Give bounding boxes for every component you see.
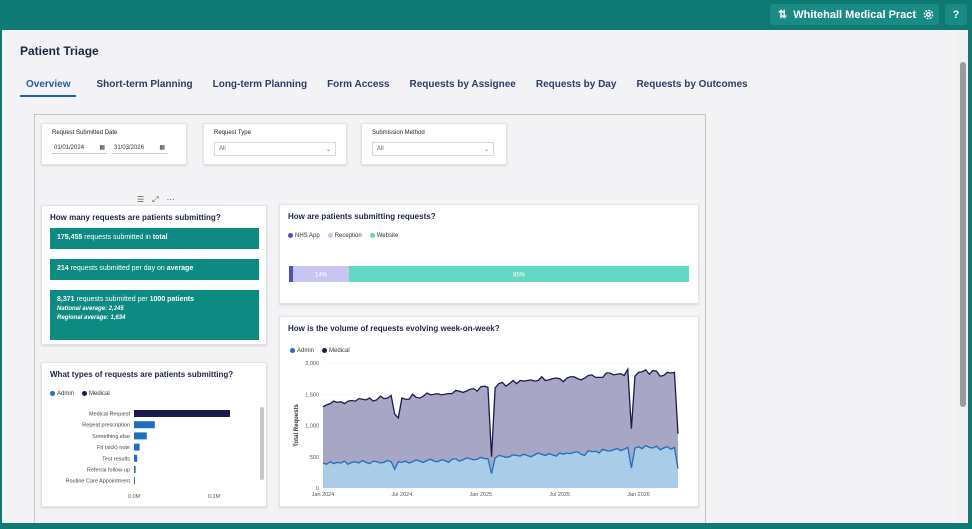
- tab-requests-by-assignee[interactable]: Requests by Assignee: [404, 79, 516, 97]
- kpi-total-text: requests submitted in: [84, 234, 151, 241]
- date-from-value: 01/01/2024: [54, 144, 85, 151]
- date-filter-label: Request Submitted Date: [52, 130, 118, 136]
- x-tick-label: 0.1M: [208, 494, 221, 500]
- switch-arrows-icon: ⇅: [778, 9, 788, 21]
- bar-something-else: [134, 432, 147, 440]
- category-label: Referral follow-up: [87, 468, 130, 474]
- kpi-per-1000-value: 8,371: [57, 296, 75, 303]
- date-to-value: 31/03/2026: [114, 144, 145, 151]
- y-tick-label: 2,000: [305, 361, 319, 367]
- chart-scrollbar: [260, 407, 264, 480]
- help-icon: ?: [952, 8, 960, 21]
- x-tick-label: Jan 2024: [312, 492, 335, 498]
- submission-method-filter: Submission Method All ⌄: [361, 123, 507, 165]
- kpi-total-value: 175,455: [57, 234, 83, 241]
- chevron-down-icon: ⌄: [483, 146, 489, 153]
- date-to-input[interactable]: 31/03/2026 ▦: [112, 142, 167, 154]
- x-tick-label: Jul 2025: [549, 492, 570, 498]
- page: Patient Triage Overview Short-term Plann…: [2, 30, 968, 523]
- request-type-label: Request Type: [214, 130, 251, 136]
- chevron-down-icon: ⌄: [325, 146, 331, 153]
- filter-icon[interactable]: ☰: [137, 195, 144, 205]
- method-bar-nhs-app: [289, 266, 293, 282]
- submission-method-chart: 14% 85%: [289, 266, 689, 282]
- bar-routine-care-appointment: [134, 477, 135, 485]
- kpi-total-emph: total: [152, 234, 168, 241]
- request-type-filter: Request Type All ⌄: [203, 123, 347, 165]
- tab-long-term-planning[interactable]: Long-term Planning: [207, 79, 307, 97]
- kpi-per-day-value: 214: [57, 265, 69, 272]
- category-label: Repeat prescription: [82, 423, 130, 429]
- y-axis-label: Total Requests: [294, 404, 300, 447]
- request-type-value: All: [219, 146, 226, 152]
- kpi-card: How many requests are patients submittin…: [41, 205, 267, 345]
- bar-repeat-prescription: [134, 421, 155, 429]
- regional-average: Regional average: 1,634: [57, 315, 126, 321]
- kpi-per-1000-emph: 1000 patients: [149, 296, 194, 303]
- kpi-total: 175,455 requests submitted in total: [50, 228, 259, 249]
- practice-switcher-button[interactable]: ⇅ Whitehall Medical Practice: [770, 4, 940, 25]
- tab-form-access[interactable]: Form Access: [321, 79, 389, 97]
- kpi-per-day: 214 requests submitted per day on averag…: [50, 259, 259, 280]
- help-button[interactable]: ?: [945, 4, 967, 25]
- bar-referral-follow-up: [134, 466, 136, 473]
- tab-overview[interactable]: Overview: [20, 79, 77, 97]
- y-tick-label: 1,500: [305, 392, 319, 398]
- submission-method-value: All: [377, 146, 384, 152]
- category-label: Test results: [102, 456, 130, 462]
- x-tick-label: Jan 2026: [627, 492, 650, 498]
- category-label: Routine Care Appointment: [65, 479, 130, 485]
- x-tick-label: 0.0M: [128, 494, 141, 500]
- category-label: Fit (sick) note: [97, 445, 130, 451]
- page-title: Patient Triage: [20, 44, 99, 58]
- request-types-chart: Medical Request Repeat prescription Someth…: [65, 407, 264, 500]
- report-canvas: Request Submitted Date 01/01/2024 ▦ 31/0…: [34, 114, 706, 523]
- method-bar-label: 85%: [513, 273, 526, 279]
- y-tick-label: 1,000: [305, 424, 319, 430]
- kpi-per-1000: 8,371 requests submitted per 1000 patien…: [50, 290, 259, 340]
- tab-requests-by-outcomes[interactable]: Requests by Outcomes: [630, 79, 747, 97]
- bar-test-results: [134, 454, 138, 462]
- method-bar-label: 14%: [315, 273, 328, 279]
- tab-short-term-planning[interactable]: Short-term Planning: [90, 79, 192, 97]
- top-bar: ⇅ Whitehall Medical Practice ?: [0, 0, 972, 30]
- gear-icon: [923, 9, 933, 20]
- date-filter: Request Submitted Date 01/01/2024 ▦ 31/0…: [41, 123, 187, 165]
- weekly-volume-card: How is the volume of requests evolving w…: [279, 316, 699, 507]
- category-label: Medical Request: [89, 412, 130, 418]
- bar-fit-sick-note: [134, 443, 140, 451]
- category-label: Something else: [92, 434, 130, 440]
- request-types-card: What types of requests are patients subm…: [41, 362, 267, 507]
- date-from-input[interactable]: 01/01/2024 ▦: [52, 142, 107, 154]
- settings-button[interactable]: [917, 4, 939, 25]
- kpi-per-day-text: requests submitted per day on: [70, 265, 165, 272]
- more-options-icon[interactable]: ⋯: [167, 195, 175, 205]
- visual-toolbar: ☰ ⤢ ⋯: [137, 195, 175, 205]
- scrollbar-thumb[interactable]: [960, 62, 966, 407]
- x-tick-label: Jul 2024: [391, 492, 412, 498]
- bar-medical-request: [134, 410, 230, 417]
- tab-requests-by-day[interactable]: Requests by Day: [530, 79, 617, 97]
- request-type-select[interactable]: All ⌄: [214, 142, 336, 156]
- submission-method-label: Submission Method: [372, 130, 425, 136]
- x-tick-label: Jan 2025: [469, 492, 492, 498]
- kpi-card-title: How many requests are patients submittin…: [50, 213, 221, 222]
- submission-method-card: How are patients submitting requests? NH…: [279, 204, 699, 304]
- calendar-icon: ▦: [99, 145, 105, 151]
- kpi-per-day-emph: average: [166, 265, 194, 272]
- national-average: National average: 2,245: [57, 306, 124, 312]
- y-tick-label: 500: [310, 455, 319, 461]
- submission-method-select[interactable]: All ⌄: [372, 142, 494, 156]
- page-scrollbar[interactable]: [958, 30, 968, 523]
- calendar-icon: ▦: [159, 145, 165, 151]
- practice-name: Whitehall Medical Practice: [793, 8, 932, 21]
- focus-mode-icon[interactable]: ⤢: [152, 195, 158, 205]
- tab-bar: Overview Short-term Planning Long-term P…: [20, 79, 748, 97]
- weekly-volume-chart: 05001,0001,5002,000Total RequestsJan 202…: [294, 361, 679, 498]
- kpi-per-1000-text: requests submitted per: [76, 296, 148, 303]
